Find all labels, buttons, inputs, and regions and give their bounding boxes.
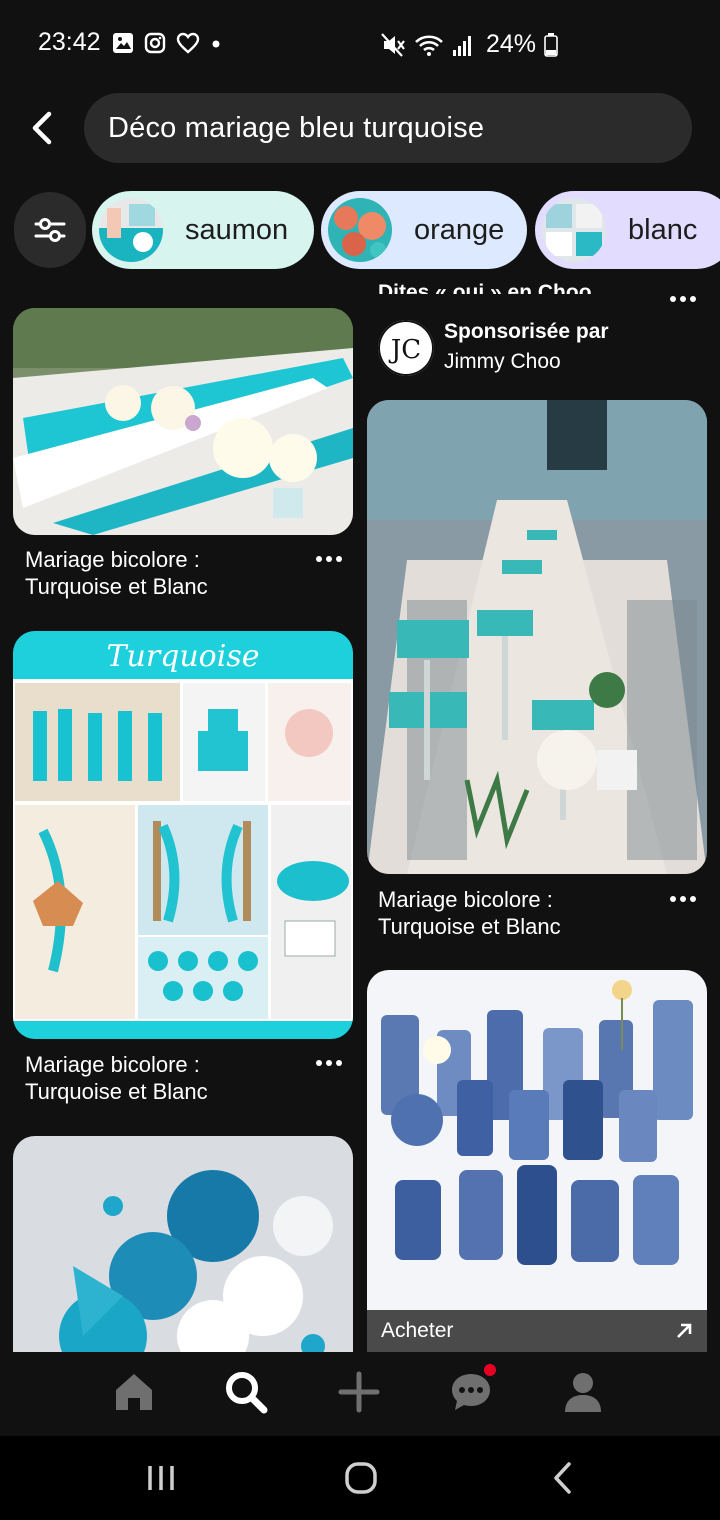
messages-icon <box>452 1374 490 1410</box>
chip-thumbnail <box>328 198 392 262</box>
buy-label: Acheter <box>381 1319 454 1342</box>
chip-thumbnail <box>99 198 163 262</box>
dot-icon <box>212 40 220 48</box>
nav-home[interactable] <box>104 1362 164 1422</box>
more-options-icon[interactable] <box>316 1058 346 1068</box>
heart-icon <box>176 32 200 54</box>
chip-label: blanc <box>628 213 698 246</box>
wifi-icon <box>415 34 443 56</box>
plus-icon <box>338 1371 380 1413</box>
battery-icon <box>544 32 558 57</box>
signal-icon <box>453 35 471 56</box>
notification-dot <box>484 1364 496 1376</box>
advertiser-avatar[interactable]: JC <box>378 320 434 376</box>
home-icon <box>116 1374 152 1410</box>
nav-profile[interactable] <box>553 1362 613 1422</box>
pin-image-caption: Turquoise <box>106 639 259 674</box>
pin-image[interactable]: Turquoise <box>13 631 353 1039</box>
chip-orange[interactable]: orange <box>321 191 527 269</box>
pin-image[interactable] <box>367 400 707 874</box>
nav-search[interactable] <box>216 1362 276 1422</box>
advertiser-name[interactable]: Jimmy Choo <box>444 350 561 374</box>
more-options-icon[interactable] <box>670 294 700 304</box>
system-status-icons: 24% <box>380 30 558 59</box>
pin-image[interactable] <box>13 308 353 535</box>
recent-apps-icon <box>148 1466 174 1490</box>
chip-thumbnail <box>542 198 606 262</box>
more-options-icon[interactable] <box>316 554 346 564</box>
instagram-icon <box>144 32 166 54</box>
back-button[interactable] <box>22 106 62 150</box>
pin-title: Mariage bicolore : Turquoise et Blanc <box>378 887 561 939</box>
chip-saumon[interactable]: saumon <box>92 191 314 269</box>
pin-image[interactable] <box>13 1136 353 1352</box>
svg-text:JC: JC <box>388 335 421 365</box>
home-button[interactable] <box>336 1456 386 1500</box>
sliders-icon <box>34 218 66 242</box>
shop-bar[interactable]: Acheter <box>367 1310 707 1352</box>
sponsored-title: Dites « oui » en Choo. <box>378 281 598 294</box>
home-circle-icon <box>345 1462 377 1494</box>
nav-create[interactable] <box>329 1362 389 1422</box>
gallery-icon <box>113 33 133 53</box>
system-nav-bar <box>0 1436 720 1520</box>
battery-percent: 24% <box>486 30 537 58</box>
filter-button[interactable] <box>14 192 86 268</box>
mute-icon <box>381 32 405 57</box>
more-options-icon[interactable] <box>670 894 700 904</box>
search-query: Déco mariage bleu turquoise <box>108 111 485 144</box>
chip-label: orange <box>414 213 505 246</box>
search-icon <box>226 1372 268 1414</box>
notification-icons <box>112 32 222 54</box>
bottom-nav <box>0 1352 720 1436</box>
chip-blanc[interactable]: blanc <box>535 191 720 269</box>
search-input[interactable]: Déco mariage bleu turquoise <box>84 93 692 163</box>
chip-label: saumon <box>185 213 289 246</box>
pin-title: Mariage bicolore : Turquoise et Blanc <box>25 547 208 599</box>
recent-apps-button[interactable] <box>136 1456 186 1500</box>
arrow-up-right-icon <box>677 1323 692 1338</box>
back-arrow-icon <box>554 1462 571 1494</box>
pin-title: Mariage bicolore : Turquoise et Blanc <box>25 1052 208 1104</box>
status-time: 23:42 <box>38 28 101 56</box>
pin-image[interactable] <box>367 970 707 1352</box>
chevron-left-icon <box>32 111 52 145</box>
status-bar: 23:42 24% <box>0 0 720 86</box>
back-system-button[interactable] <box>538 1456 588 1500</box>
sponsored-label: Sponsorisée par <box>444 320 609 343</box>
profile-icon <box>565 1373 601 1412</box>
